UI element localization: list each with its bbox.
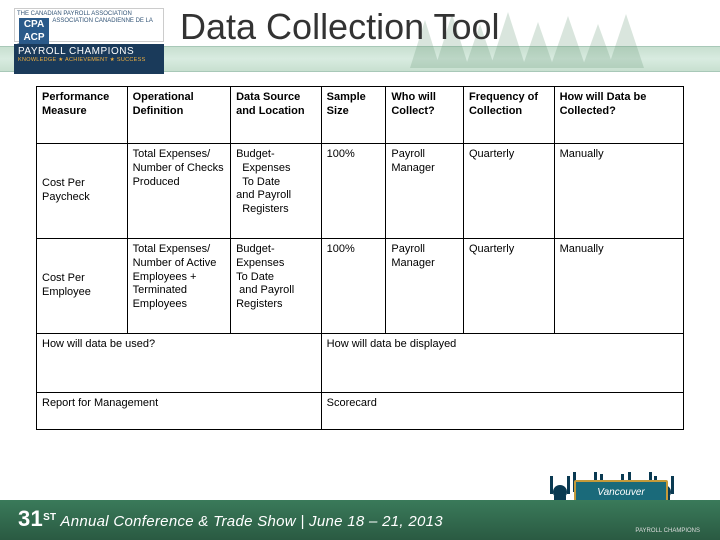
cell-source: Budget-ExpensesTo Date and Payroll Regis… [231, 239, 322, 334]
cell-measure: Cost Per Paycheck [37, 144, 128, 239]
cell-how-displayed-value: Scorecard [321, 393, 683, 430]
cell-how: Manually [554, 239, 683, 334]
header-sample-size: Sample Size [321, 87, 386, 144]
table-row-wide: Report for Management Scorecard [37, 393, 684, 430]
cell-how: Manually [554, 144, 683, 239]
cell-freq: Quarterly [463, 144, 554, 239]
champions-sub: KNOWLEDGE ★ ACHIEVEMENT ★ SUCCESS [18, 57, 160, 63]
cell-freq: Quarterly [463, 239, 554, 334]
cell-who: Payroll Manager [386, 144, 464, 239]
page-title: Data Collection Tool [180, 6, 500, 48]
header-how-collected: How will Data be Collected? [554, 87, 683, 144]
header-performance-measure: Performance Measure [37, 87, 128, 144]
footer-bar: 31ST Annual Conference & Trade Show | Ju… [0, 500, 720, 540]
header-data-source: Data Source and Location [231, 87, 322, 144]
cell-definition: Total Expenses/Number of Active Employee… [127, 239, 231, 334]
cpa-logo: THE CANADIAN PAYROLL ASSOCIATION CPA ACP… [14, 8, 164, 42]
footer-number: 31 [18, 506, 43, 531]
cell-how-displayed-label: How will data be displayed [321, 334, 683, 393]
data-collection-table: Performance Measure Operational Definiti… [36, 86, 684, 430]
table-row: Cost Per Employee Total Expenses/Number … [37, 239, 684, 334]
cell-measure: Cost Per Employee [37, 239, 128, 334]
header-operational-definition: Operational Definition [127, 87, 231, 144]
footer-rest: Annual Conference & Trade Show | June 18… [60, 513, 443, 530]
cpa-left-text: THE CANADIAN PAYROLL ASSOCIATION [17, 11, 132, 17]
header-who-collect: Who will Collect? [386, 87, 464, 144]
cell-source: Budget- Expenses To Dateand Payroll Regi… [231, 144, 322, 239]
footer-text: 31ST Annual Conference & Trade Show | Ju… [18, 506, 443, 532]
payroll-champions-logo: PAYROLL CHAMPIONS KNOWLEDGE ★ ACHIEVEMEN… [14, 44, 164, 74]
cell-how-used-value: Report for Management [37, 393, 322, 430]
footer-payroll-champions: PAYROLL CHAMPIONS [635, 528, 700, 534]
table-row: Cost Per Paycheck Total Expenses/Number … [37, 144, 684, 239]
cell-sample: 100% [321, 239, 386, 334]
champions-main: PAYROLL CHAMPIONS [18, 46, 160, 57]
header-frequency: Frequency of Collection [463, 87, 554, 144]
table-header-row: Performance Measure Operational Definiti… [37, 87, 684, 144]
cpa-acronym-box: CPA ACP [19, 18, 49, 44]
footer-suffix: ST [43, 512, 56, 523]
cell-who: Payroll Manager [386, 239, 464, 334]
cell-how-used-label: How will data be used? [37, 334, 322, 393]
table-row-wide: How will data be used? How will data be … [37, 334, 684, 393]
cell-definition: Total Expenses/Number of Checks Produced [127, 144, 231, 239]
cell-sample: 100% [321, 144, 386, 239]
